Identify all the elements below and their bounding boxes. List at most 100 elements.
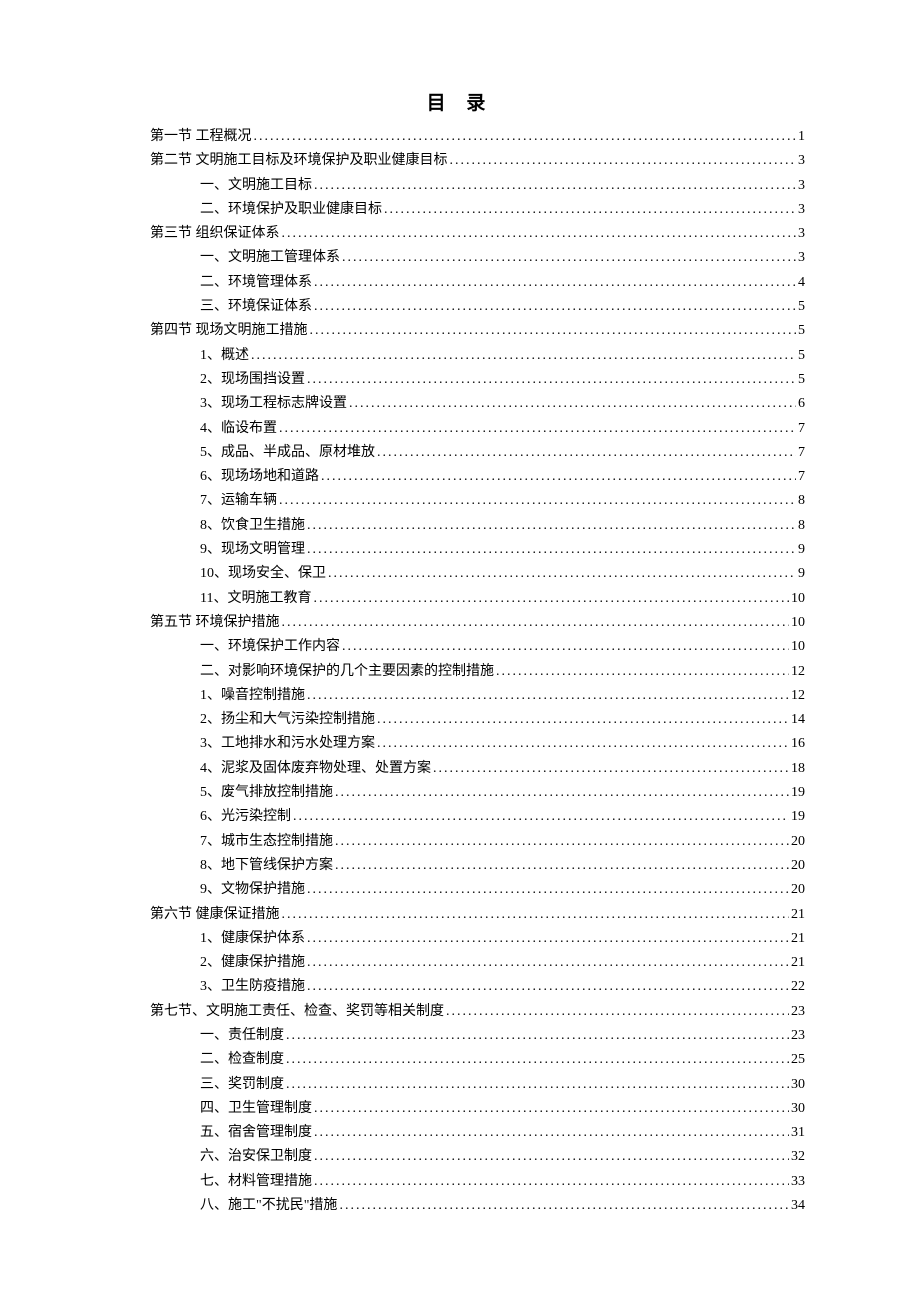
toc-entry: 三、环境保证体系 5 [115,295,805,319]
toc-entry-page: 5 [798,319,805,343]
toc-entry-label: 第四节 现场文明施工措施 [150,319,308,343]
toc-entry-label: 第六节 健康保证措施 [150,903,280,927]
toc-entry-page: 8 [798,514,805,538]
toc-dots [349,392,796,416]
toc-dots [310,319,797,343]
toc-dots [377,732,789,756]
toc-dots [342,246,796,270]
toc-entry-label: 8、地下管线保护方案 [200,854,333,878]
toc-entry-label: 5、废气排放控制措施 [200,781,333,805]
toc-entry: 二、环境管理体系 4 [115,271,805,295]
toc-dots [279,489,796,513]
toc-entry-label: 二、环境管理体系 [200,271,312,295]
toc-entry-label: 6、现场场地和道路 [200,465,319,489]
toc-dots [307,368,796,392]
toc-dots [307,514,796,538]
toc-entry-label: 三、环境保证体系 [200,295,312,319]
toc-entry-label: 第七节、文明施工责任、检查、奖罚等相关制度 [150,1000,444,1024]
toc-entry-label: 9、文物保护措施 [200,878,305,902]
toc-entry-label: 四、卫生管理制度 [200,1097,312,1121]
toc-entry-page: 34 [791,1194,805,1218]
toc-entry-page: 30 [791,1097,805,1121]
toc-entry: 八、施工"不扰民"措施 34 [115,1194,805,1218]
toc-dots [282,611,790,635]
toc-entry-page: 8 [798,489,805,513]
toc-entry-label: 2、健康保护措施 [200,951,305,975]
toc-entry: 一、文明施工目标 3 [115,174,805,198]
toc-title: 目 录 [115,88,805,115]
toc-entry-page: 3 [798,222,805,246]
toc-entry-label: 9、现场文明管理 [200,538,305,562]
toc-entry-label: 第二节 文明施工目标及环境保护及职业健康目标 [150,149,448,173]
toc-entry: 二、检查制度 25 [115,1048,805,1072]
toc-entry-page: 4 [798,271,805,295]
toc-entry-label: 第五节 环境保护措施 [150,611,280,635]
toc-entry-label: 二、环境保护及职业健康目标 [200,198,382,222]
toc-entry-page: 31 [791,1121,805,1145]
toc-entry: 第七节、文明施工责任、检查、奖罚等相关制度 23 [115,1000,805,1024]
toc-entry-page: 21 [791,903,805,927]
toc-entry: 一、文明施工管理体系 3 [115,246,805,270]
toc-dots [335,781,789,805]
toc-entry-page: 3 [798,246,805,270]
toc-dots [286,1048,789,1072]
toc-entry-label: 3、卫生防疫措施 [200,975,305,999]
toc-dots [328,562,796,586]
toc-entry-label: 2、现场围挡设置 [200,368,305,392]
toc-entry-label: 第一节 工程概况 [150,125,252,149]
toc-entry: 8、地下管线保护方案 20 [115,854,805,878]
toc-entry: 11、文明施工教育 10 [115,587,805,611]
toc-entry-label: 8、饮食卫生措施 [200,514,305,538]
toc-dots [282,222,797,246]
toc-dots [314,1097,789,1121]
toc-entry: 7、城市生态控制措施 20 [115,830,805,854]
toc-entry: 3、现场工程标志牌设置 6 [115,392,805,416]
toc-dots [446,1000,789,1024]
toc-dots [496,660,789,684]
toc-entry-page: 19 [791,805,805,829]
toc-entry-label: 3、现场工程标志牌设置 [200,392,347,416]
toc-entry: 9、文物保护措施 20 [115,878,805,902]
toc-entry-page: 10 [791,587,805,611]
toc-entry-label: 1、概述 [200,344,249,368]
toc-entry-label: 4、临设布置 [200,417,277,441]
toc-entry: 第四节 现场文明施工措施 5 [115,319,805,343]
toc-entry-page: 19 [791,781,805,805]
toc-entry-page: 10 [791,611,805,635]
toc-entry: 六、治安保卫制度 32 [115,1145,805,1169]
toc-entry-page: 25 [791,1048,805,1072]
toc-entry: 第三节 组织保证体系 3 [115,222,805,246]
toc-entry-page: 5 [798,295,805,319]
toc-entry-page: 1 [798,125,805,149]
toc-dots [335,854,789,878]
toc-dots [335,830,789,854]
toc-entry-page: 3 [798,149,805,173]
toc-entry-label: 6、光污染控制 [200,805,291,829]
toc-entry-label: 一、文明施工管理体系 [200,246,340,270]
toc-entry-page: 7 [798,465,805,489]
toc-dots [251,344,796,368]
toc-entry-label: 二、检查制度 [200,1048,284,1072]
toc-entry-page: 14 [791,708,805,732]
toc-entry-page: 6 [798,392,805,416]
toc-entry: 1、健康保护体系 21 [115,927,805,951]
toc-dots [282,903,790,927]
toc-entry: 6、光污染控制 19 [115,805,805,829]
toc-entry-page: 20 [791,854,805,878]
toc-entry-label: 五、宿舍管理制度 [200,1121,312,1145]
toc-dots [321,465,796,489]
toc-entry-page: 5 [798,368,805,392]
toc-entry-page: 33 [791,1170,805,1194]
toc-entry: 五、宿舍管理制度 31 [115,1121,805,1145]
toc-entry: 6、现场场地和道路 7 [115,465,805,489]
toc-dots [307,684,789,708]
toc-dots [314,1121,789,1145]
toc-entry: 2、健康保护措施 21 [115,951,805,975]
toc-entry-label: 八、施工"不扰民"措施 [200,1194,337,1218]
toc-entry-page: 3 [798,174,805,198]
toc-entry: 3、工地排水和污水处理方案 16 [115,732,805,756]
toc-dots [307,538,796,562]
toc-entry: 三、奖罚制度 30 [115,1073,805,1097]
toc-dots [307,951,789,975]
toc-dots [450,149,797,173]
